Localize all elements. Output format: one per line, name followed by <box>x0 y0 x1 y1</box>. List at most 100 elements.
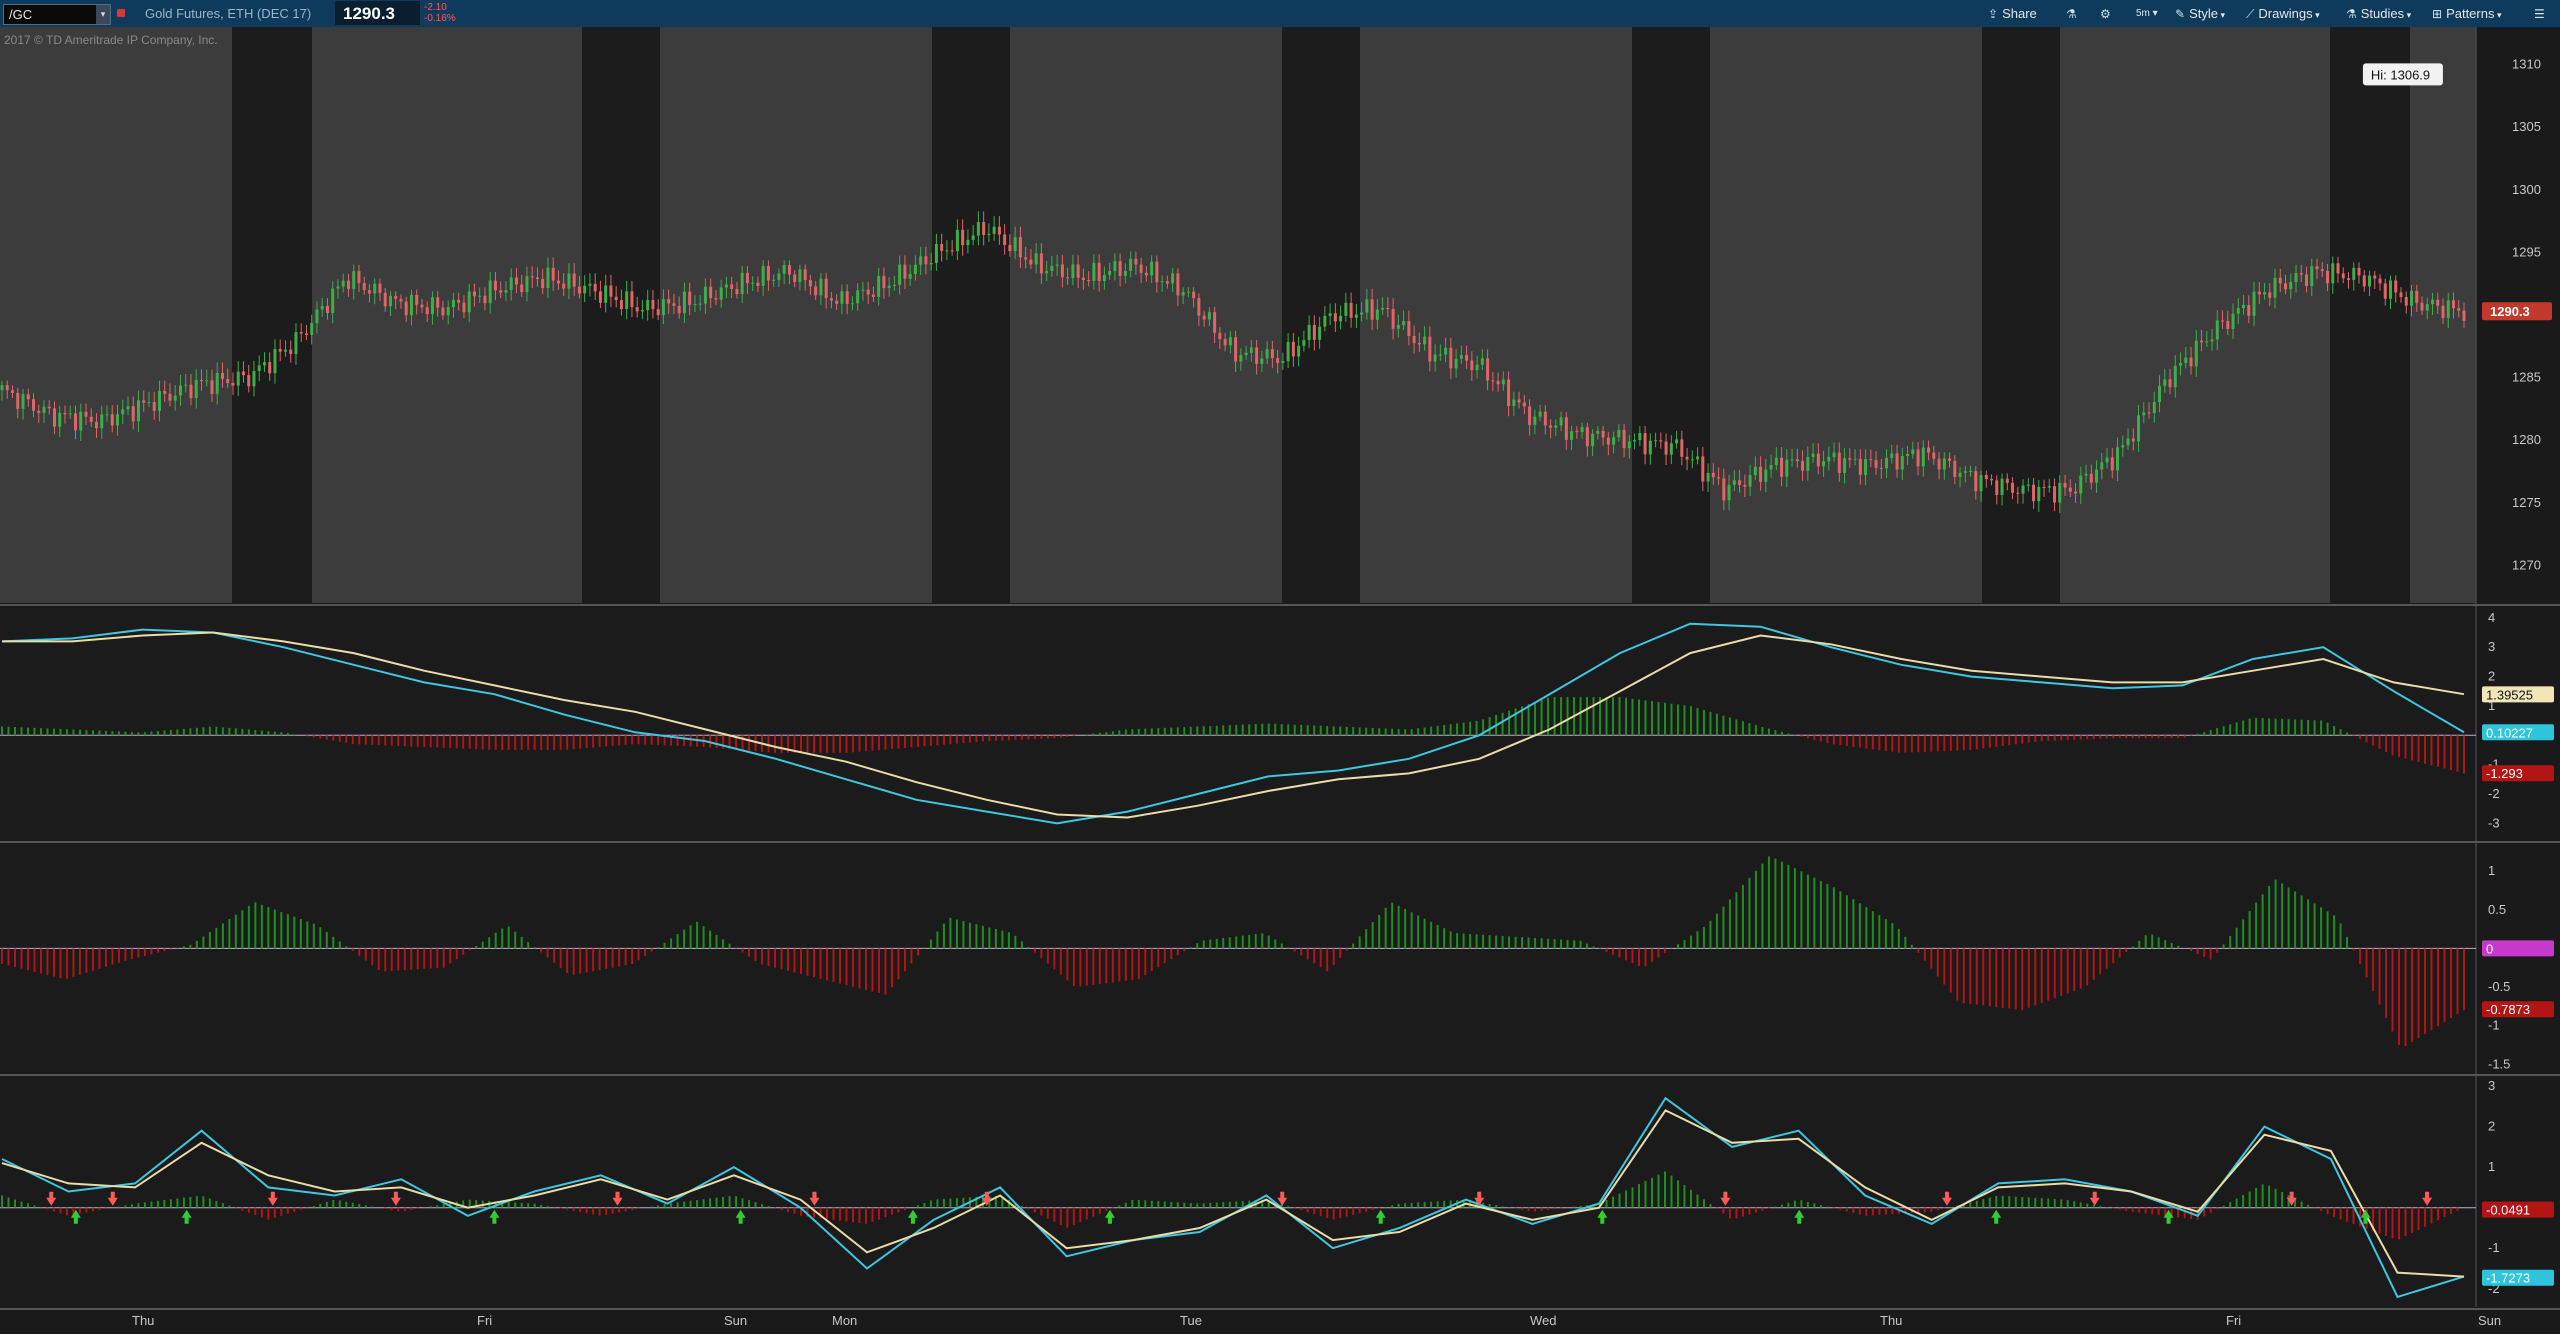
candle-body <box>1622 429 1626 449</box>
candle-body <box>2257 291 2261 295</box>
candle-body <box>640 310 644 312</box>
candle-body <box>1213 312 1217 333</box>
candle-body <box>1512 399 1516 407</box>
candle-body <box>1748 475 1752 487</box>
candle-body <box>1087 280 1091 282</box>
settings-button[interactable]: ⚙ <box>2100 6 2115 21</box>
candle-body <box>635 307 639 312</box>
candle-body <box>136 400 140 422</box>
candle-body <box>1648 440 1652 455</box>
flask-button[interactable]: ⚗ <box>2066 6 2081 21</box>
time-tick-label: Wed <box>1530 1313 1557 1328</box>
candle-body <box>614 296 618 301</box>
candle-body <box>625 291 629 310</box>
candle-body <box>2200 340 2204 343</box>
indicator-tick-label: -0.5 <box>2488 979 2510 994</box>
candle-body <box>777 273 781 280</box>
studies-button[interactable]: ⚗ Studies ▾ <box>2346 6 2411 21</box>
candle-body <box>535 277 539 279</box>
candle-body <box>1711 472 1715 478</box>
candle-body <box>126 406 130 410</box>
menu-button[interactable]: ☰ <box>2534 6 2549 21</box>
candle-body <box>2242 304 2246 309</box>
candle-body <box>488 280 492 304</box>
candle-body <box>105 414 109 416</box>
candle-body <box>404 301 408 316</box>
candle-body <box>115 414 119 426</box>
panel-background <box>0 27 2476 603</box>
candle-body <box>320 305 324 310</box>
candle-body <box>1701 456 1705 482</box>
candle-body <box>94 421 98 429</box>
candle-body <box>1575 431 1579 433</box>
candle-body <box>2095 469 2099 483</box>
candle-body <box>1375 309 1379 320</box>
candle-body <box>157 391 161 411</box>
candle-body <box>110 414 114 426</box>
candle-body <box>1591 433 1595 447</box>
candle-body <box>1013 237 1017 252</box>
candle-body <box>1596 430 1600 434</box>
chart-canvas[interactable]: 1310130513001295129012851280127512701290… <box>0 27 2560 1334</box>
candle-body <box>1197 298 1201 316</box>
drawings-button[interactable]: ⟋ Drawings ▾ <box>2246 6 2320 22</box>
timeframe-button[interactable]: 5m ▾ <box>2136 8 2158 19</box>
candle-body <box>2294 273 2298 283</box>
candle-body <box>2005 478 2009 483</box>
candle-body <box>1680 439 1684 457</box>
candle-body <box>1297 345 1301 357</box>
candle-body <box>2436 299 2440 306</box>
candle-body <box>1370 299 1374 320</box>
value-tag-label: 1.39525 <box>2486 687 2533 702</box>
candle-body <box>2158 385 2162 403</box>
candle-body <box>724 284 728 288</box>
link-color-icon[interactable] <box>117 9 125 17</box>
candle-body <box>1806 456 1810 471</box>
candle-body <box>1606 437 1610 445</box>
share-button[interactable]: ⇪ Share <box>1988 6 2037 21</box>
candle-body <box>89 416 93 422</box>
candle-body <box>2352 267 2356 280</box>
indicator-tick-label: -2 <box>2488 786 2500 801</box>
value-tag-label: 0 <box>2486 941 2493 956</box>
candle-body <box>929 262 933 265</box>
candle-body <box>367 290 371 294</box>
candle-body <box>1160 281 1164 283</box>
patterns-button[interactable]: ⊞ Patterns ▾ <box>2432 6 2502 21</box>
candle-body <box>1412 335 1416 344</box>
drawings-label: Drawings <box>2258 6 2313 21</box>
candle-body <box>1108 271 1112 275</box>
candle-body <box>478 295 482 297</box>
indicator-tick-label: 2 <box>2488 1119 2495 1134</box>
candle-body <box>1759 466 1763 482</box>
timeframe-label: 5m <box>2136 8 2150 19</box>
candle-body <box>1433 354 1437 362</box>
candle-body <box>430 297 434 315</box>
candle-body <box>835 300 839 304</box>
candle-body <box>2368 275 2372 287</box>
candle-body <box>2189 357 2193 367</box>
candle-body <box>530 276 534 278</box>
candle-body <box>1533 416 1537 425</box>
candle-body <box>1969 471 1973 473</box>
candle-body <box>1381 307 1385 310</box>
candle-body <box>551 267 555 281</box>
candle-body <box>2236 308 2240 314</box>
candle-body <box>1423 336 1427 345</box>
candle-body <box>52 408 56 427</box>
candle-body <box>814 286 818 296</box>
symbol-input[interactable]: /GC ▾ <box>3 4 111 25</box>
candle-body <box>966 239 970 246</box>
candle-body <box>467 291 471 313</box>
symbol-dropdown-icon[interactable]: ▾ <box>96 5 110 24</box>
candle-body <box>1932 452 1936 459</box>
candle-body <box>1911 449 1915 455</box>
candle-body <box>1979 475 1983 492</box>
candle-body <box>1522 402 1526 407</box>
candle-body <box>945 250 949 252</box>
candle-body <box>1218 332 1222 339</box>
candle-body <box>336 286 340 289</box>
candle-body <box>163 391 167 394</box>
candle-body <box>877 276 881 297</box>
style-button[interactable]: ✎ Style ▾ <box>2175 6 2225 21</box>
